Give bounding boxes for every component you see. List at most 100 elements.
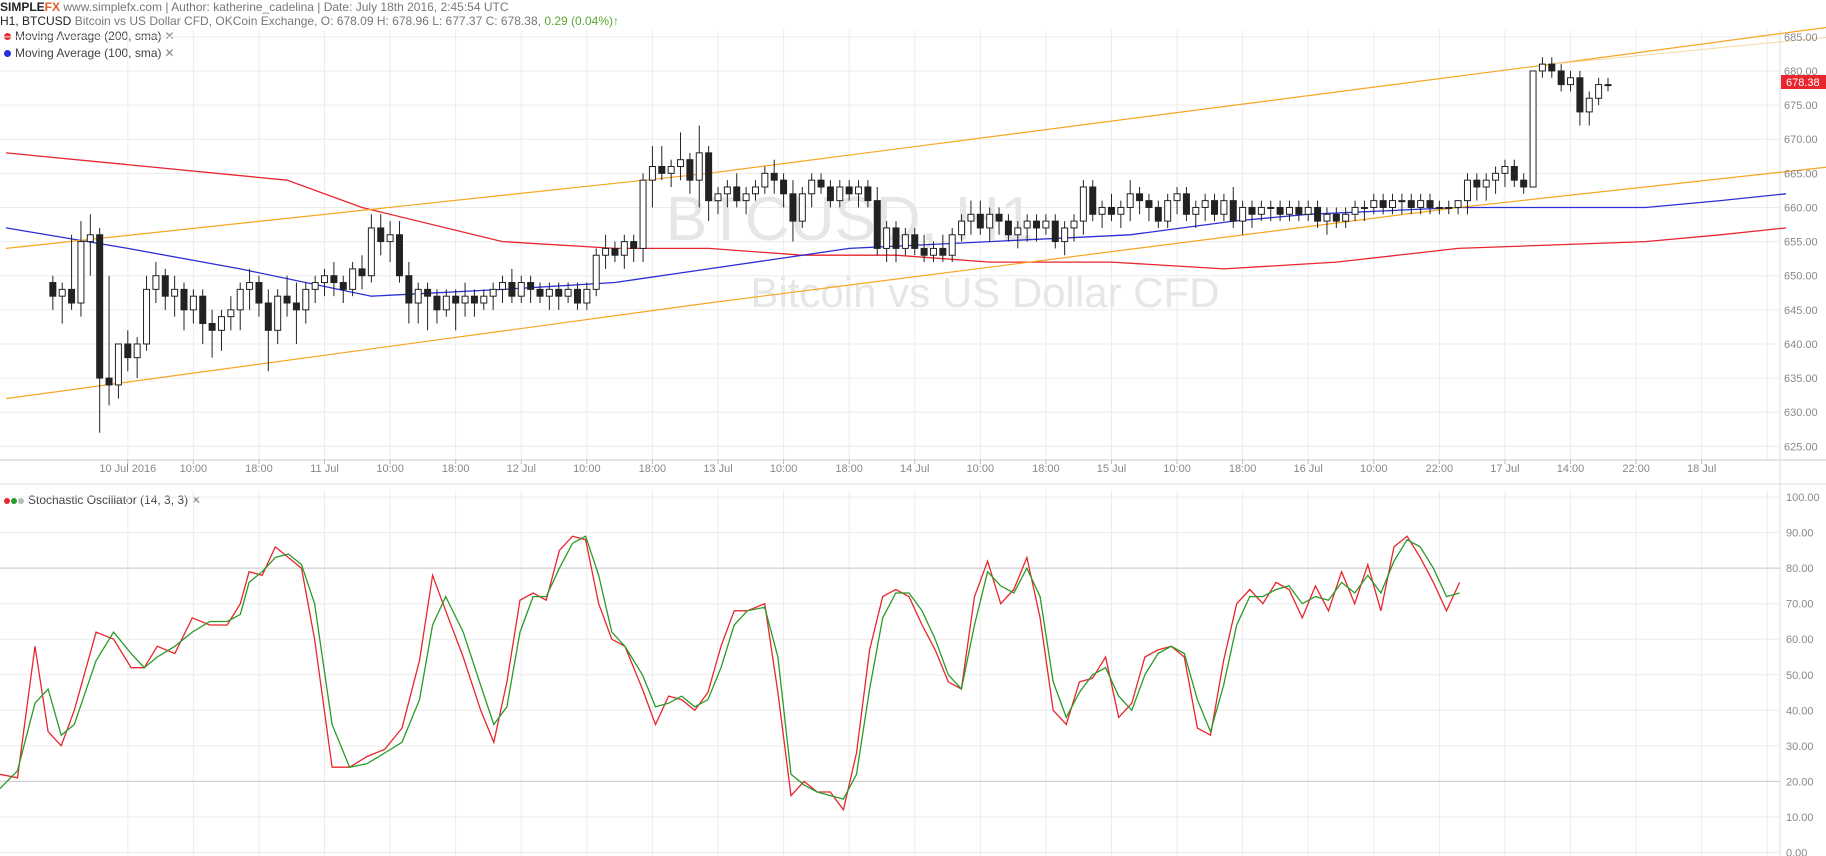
candle <box>264 289 272 372</box>
candle-body <box>461 295 469 304</box>
candle-body <box>1014 227 1022 236</box>
candle <box>1107 193 1115 222</box>
candle <box>386 221 394 263</box>
candle-body <box>555 288 563 297</box>
price-axis: 625.00 630.00 635.00 640.00 645.00 650.00 655.… <box>1784 32 1818 454</box>
candle <box>283 275 291 317</box>
candle <box>321 268 329 297</box>
candle-body <box>920 247 928 256</box>
candle-body <box>667 166 675 174</box>
stoch-tick-label: 70.00 <box>1786 599 1814 611</box>
price-tick-label: 635.00 <box>1784 373 1818 385</box>
candle-body <box>1201 200 1209 208</box>
candle <box>208 309 216 358</box>
candle-body <box>1239 206 1247 222</box>
candle <box>583 282 591 310</box>
candle-body <box>1492 172 1500 181</box>
candle-body <box>1314 206 1322 222</box>
candle <box>1089 180 1097 222</box>
time-tick-label: 10:00 <box>770 463 798 475</box>
candle-body <box>199 295 207 324</box>
candle-body <box>189 295 197 311</box>
candle-body <box>911 234 919 249</box>
candle-body <box>1173 193 1181 202</box>
candle-body <box>255 282 263 304</box>
time-tick-label: 10:00 <box>967 463 995 475</box>
candle-body <box>358 268 366 277</box>
candle-body <box>1567 77 1575 86</box>
candle-body <box>620 241 628 256</box>
candle-body <box>770 172 778 181</box>
candle <box>114 343 122 399</box>
candle-body <box>1061 227 1069 243</box>
candle-body <box>1257 206 1265 215</box>
candle-body <box>508 282 516 297</box>
candle-body <box>499 282 507 290</box>
candle-body <box>1501 166 1509 174</box>
candle-body <box>1576 77 1584 113</box>
candle-body <box>976 213 984 229</box>
candle <box>1304 200 1312 222</box>
candle-body <box>1463 179 1471 202</box>
price-tick-label: 685.00 <box>1784 32 1818 44</box>
stochastic-axis: 0.00 10.00 20.00 30.00 40.00 50.00 60.00 70.00 8… <box>1786 492 1820 856</box>
candle-body <box>995 213 1003 222</box>
candle <box>1314 200 1322 228</box>
candle-body <box>958 220 966 236</box>
candle-body <box>480 295 488 304</box>
chart-canvas[interactable]: BTCUSD, H1 Bitcoin vs US Dollar CFD 625.… <box>0 0 1826 856</box>
candle-body <box>208 322 216 331</box>
stoch-tick-label: 50.00 <box>1786 670 1814 682</box>
candle <box>199 289 207 344</box>
candle-body <box>1548 63 1556 72</box>
candle-body <box>967 213 975 222</box>
candle-body <box>86 234 94 243</box>
candle <box>1201 193 1209 222</box>
candle-body <box>292 302 300 311</box>
candle <box>1548 57 1556 78</box>
candle-body <box>1004 220 1012 236</box>
candle-body <box>311 282 319 290</box>
candle-body <box>564 288 572 297</box>
candle <box>527 275 535 304</box>
candle <box>189 289 197 324</box>
candle <box>442 289 450 317</box>
candle <box>1211 193 1219 222</box>
candle-body <box>349 268 357 290</box>
stoch-tick-label: 40.00 <box>1786 705 1814 717</box>
price-tick-label: 670.00 <box>1784 134 1818 146</box>
candle-body <box>1220 200 1228 215</box>
candle-body <box>227 309 235 318</box>
price-tag-label: 678.38 <box>1786 77 1820 89</box>
candle-body <box>545 288 553 297</box>
candle <box>536 282 544 304</box>
candle <box>1295 200 1303 222</box>
candle <box>1136 186 1144 215</box>
candle-body <box>152 275 160 290</box>
candle-body <box>124 343 132 359</box>
time-tick-label: 16 Jul <box>1294 463 1323 475</box>
candle <box>1510 159 1518 187</box>
candle-body <box>405 275 413 304</box>
candle-body <box>733 186 741 202</box>
candle <box>592 248 600 297</box>
stochastic-lines <box>0 535 1461 812</box>
candle <box>1342 207 1350 228</box>
candle-body <box>377 227 385 243</box>
candle-body <box>274 295 282 331</box>
candle-body <box>611 247 619 256</box>
candle-body <box>798 193 806 222</box>
time-tick-label: 18:00 <box>835 463 863 475</box>
candle-body <box>339 282 347 290</box>
candle-body <box>1276 206 1284 215</box>
candle-body <box>1023 220 1031 229</box>
candle <box>602 234 610 269</box>
candle-body <box>452 295 460 304</box>
candle-body <box>424 288 432 297</box>
candle <box>517 275 525 304</box>
candle <box>648 146 656 208</box>
candle-body <box>1454 200 1462 208</box>
time-tick-label: 14:00 <box>1557 463 1585 475</box>
candle <box>143 275 151 351</box>
candle <box>349 262 357 297</box>
